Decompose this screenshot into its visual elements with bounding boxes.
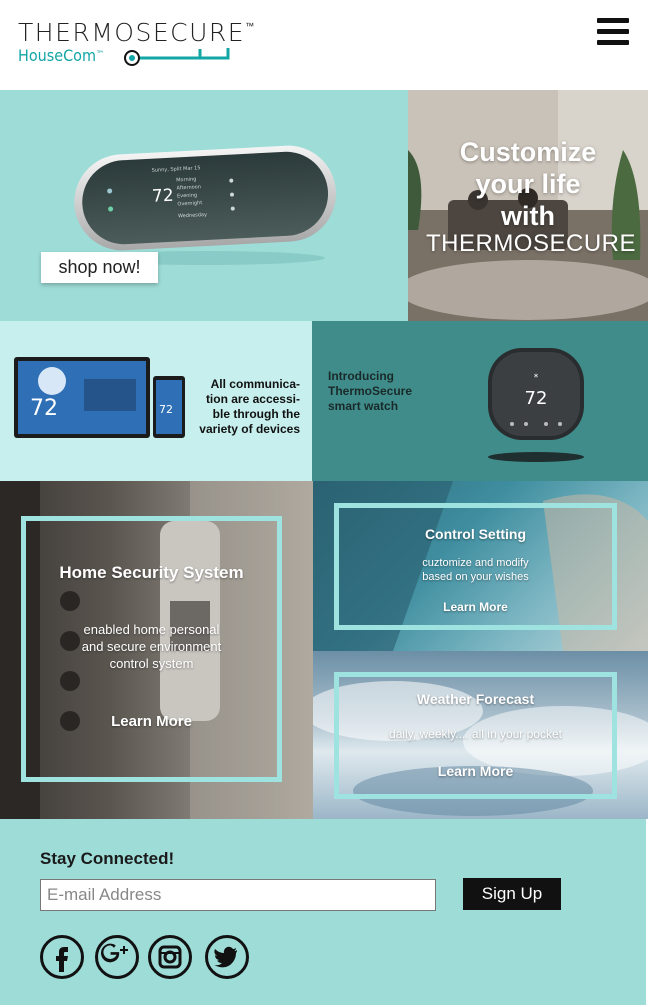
google-plus-icon-glyph [100,943,128,963]
site-header: THERMOSECURE™ HouseCom™ [0,0,648,90]
hero-lifestyle-panel: Customize your life with THERMOSECURE [408,90,648,321]
home-security-description-line: enabled home personal [83,622,220,637]
weather-forecast-title: Weather Forecast [416,691,535,707]
logo-subtitle: HouseCom™ [18,46,104,65]
thermostat-temperature: 72 [151,186,174,207]
home-security-description-line: and secure environment [81,639,222,654]
hero-product-panel: Sunny, Split Mar 15 72 Morning Afternoon… [0,90,408,321]
thermostat-row: Morning [176,176,197,183]
home-security-description-line: control system [109,656,194,671]
control-setting-description-line: cuztomize and modify [422,557,529,569]
facebook-icon[interactable] [40,935,84,979]
smart-watch-caption-line: smart watch [328,399,399,413]
smart-watch-panel: Introducing ThermoSecure smart watch * 7… [312,321,648,481]
sign-up-button[interactable]: Sign Up [463,878,561,910]
home-security-panel: Home Security System enabled home person… [0,481,313,819]
google-plus-icon[interactable] [95,935,139,979]
hero-headline-line: with [501,201,555,231]
weather-forecast-learn-more-link[interactable]: Learn More [339,763,612,779]
devices-caption-line: ble through the [212,407,300,421]
hamburger-menu-icon[interactable] [597,18,629,48]
instagram-icon-glyph [158,945,182,969]
smart-watch-caption-line: Introducing [328,369,394,383]
hero-brand: THERMOSECURE [425,230,636,257]
watch-temperature: 72 [525,388,548,409]
hero-headline: Customize your life with [408,136,648,232]
home-security-card: Home Security System enabled home person… [21,516,282,782]
control-setting-learn-more-link[interactable]: Learn More [339,600,612,614]
logo-key-icon [124,48,230,66]
logo-main-text: THERMOSECURE [18,18,246,47]
stay-connected-heading: Stay Connected! [40,849,175,868]
devices-caption-line: tion are accessi- [205,392,300,406]
control-setting-description: cuztomize and modify based on your wishe… [339,556,612,584]
smart-watch-caption: Introducing ThermoSecure smart watch [328,369,448,414]
smart-watch-caption-line: ThermoSecure [328,384,413,398]
devices-panel: 72 72 All communica- tion are accessi- b… [0,321,312,481]
control-setting-card: Control Setting cuztomize and modify bas… [334,503,617,630]
devices-caption-line: All communica- [210,377,300,391]
smart-watch-image: * 72 [488,348,584,462]
home-security-title: Home Security System [59,563,244,582]
devices-caption-line: variety of devices [199,422,300,436]
devices-caption: All communica- tion are accessi- ble thr… [190,377,300,437]
logo-sub-trademark: ™ [96,50,105,60]
thermostat-device-image: Sunny, Split Mar 15 72 Morning Afternoon… [74,145,337,265]
logo-sub-text: HouseCom [18,46,96,65]
twitter-icon-glyph [214,946,237,968]
facebook-icon-glyph [56,947,68,972]
email-field[interactable] [40,879,436,911]
hero-headline-line: your life [475,169,581,199]
thermostat-row: Afternoon [176,184,201,191]
weather-forecast-panel: Weather Forecast daily, weekly.... all i… [313,651,648,819]
control-setting-title: Control Setting [424,526,527,542]
thermostat-row: Evening [177,192,197,199]
home-security-description: enabled home personal and secure environ… [26,621,277,672]
logo-wordmark[interactable]: THERMOSECURE™ [18,18,254,47]
home-security-learn-more-link[interactable]: Learn More [26,713,277,730]
tablet-and-phone-image: 72 72 [14,357,185,438]
shop-now-button[interactable]: shop now! [41,252,158,283]
svg-text:*: * [534,373,539,383]
newsletter-footer: Stay Connected! Sign Up [0,819,646,1005]
control-setting-description-line: based on your wishes [422,571,529,583]
logo-trademark: ™ [245,22,255,32]
phone-temperature: 72 [159,403,173,416]
weather-forecast-description: daily, weekly.... all in your pocket [389,727,562,741]
hero-headline-line: Customize [459,137,597,167]
tablet-temperature: 72 [30,396,58,421]
twitter-icon[interactable] [205,935,249,979]
control-setting-panel: Control Setting cuztomize and modify bas… [313,481,648,651]
weather-forecast-card: Weather Forecast daily, weekly.... all i… [334,672,617,799]
instagram-icon[interactable] [148,935,192,979]
